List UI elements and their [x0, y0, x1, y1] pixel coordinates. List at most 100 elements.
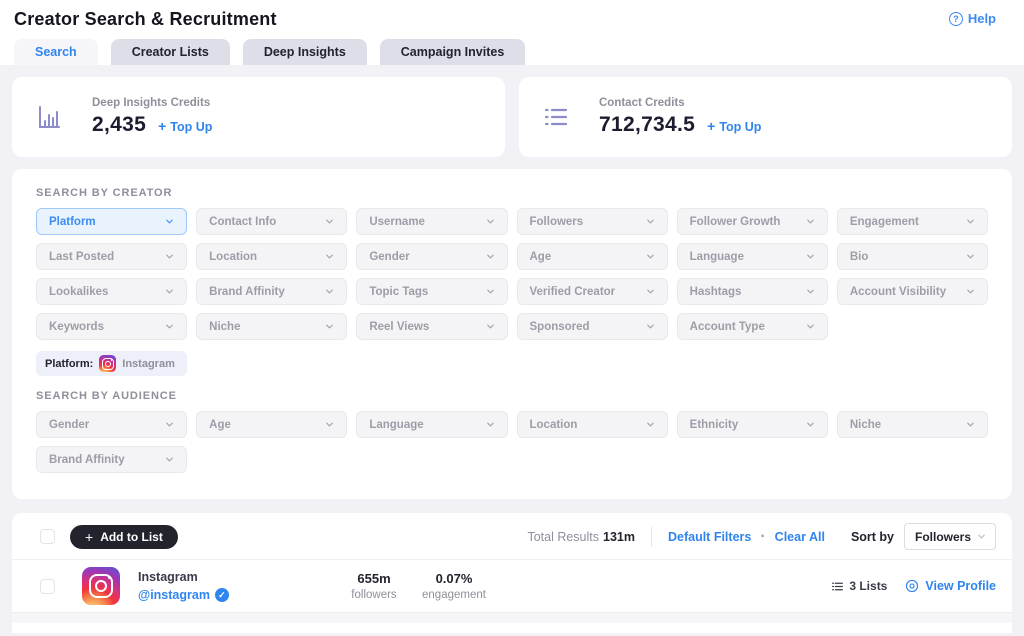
chevron-down-icon	[645, 419, 656, 430]
filter-dropdown-language[interactable]: Language	[677, 243, 828, 270]
filter-dropdown-follower-growth[interactable]: Follower Growth	[677, 208, 828, 235]
lists-label: 3 Lists	[849, 579, 887, 593]
creator-handle-link[interactable]: @instagram ✓	[138, 588, 334, 602]
filter-dropdown-niche[interactable]: Niche	[837, 411, 988, 438]
filter-label: Topic Tags	[369, 286, 428, 298]
filter-dropdown-sponsored[interactable]: Sponsored	[517, 313, 668, 340]
filter-dropdown-gender[interactable]: Gender	[36, 411, 187, 438]
filter-dropdown-last-posted[interactable]: Last Posted	[36, 243, 187, 270]
plus-icon: +	[158, 118, 166, 134]
filter-dropdown-reel-views[interactable]: Reel Views	[356, 313, 507, 340]
filter-label: Brand Affinity	[209, 286, 285, 298]
help-link[interactable]: ? Help	[949, 11, 996, 26]
view-profile-link[interactable]: View Profile	[905, 579, 996, 593]
filter-dropdown-username[interactable]: Username	[356, 208, 507, 235]
filter-dropdown-language[interactable]: Language	[356, 411, 507, 438]
chevron-down-icon	[965, 251, 976, 262]
filter-dropdown-topic-tags[interactable]: Topic Tags	[356, 278, 507, 305]
engagement-label: engagement	[414, 589, 494, 601]
filter-label: Engagement	[850, 216, 919, 228]
filter-dropdown-keywords[interactable]: Keywords	[36, 313, 187, 340]
result-row[interactable]: Instagram @instagram ✓ 655m followers 0.…	[12, 560, 1012, 612]
filter-label: Gender	[369, 251, 409, 263]
filter-label: Location	[530, 419, 578, 431]
chevron-down-icon	[645, 321, 656, 332]
filter-label: Contact Info	[209, 216, 276, 228]
filter-dropdown-engagement[interactable]: Engagement	[837, 208, 988, 235]
top-up-link[interactable]: + Top Up	[158, 118, 212, 134]
applied-filters-row: Platform: Instagram	[36, 351, 1000, 376]
filter-dropdown-platform[interactable]: Platform	[36, 208, 187, 235]
clear-all-link[interactable]: Clear All	[775, 530, 825, 544]
add-to-list-label: Add to List	[100, 530, 163, 544]
credit-label: Deep Insights Credits	[92, 97, 212, 109]
filter-dropdown-verified-creator[interactable]: Verified Creator	[517, 278, 668, 305]
chevron-down-icon	[164, 216, 175, 227]
instagram-icon	[99, 355, 116, 372]
credit-value: 712,734.5	[599, 113, 695, 137]
filter-dropdown-location[interactable]: Location	[196, 243, 347, 270]
total-results-label: Total Results	[527, 530, 599, 544]
chevron-down-icon	[324, 321, 335, 332]
creator-filter-grid: Platform Contact Info Username Followers Fol…	[24, 208, 1000, 340]
filter-dropdown-age[interactable]: Age	[517, 243, 668, 270]
filter-label: Username	[369, 216, 425, 228]
sort-select[interactable]: Followers	[904, 523, 996, 550]
filter-label: Age	[209, 419, 231, 431]
tab-campaign-invites[interactable]: Campaign Invites	[380, 39, 526, 65]
chevron-down-icon	[976, 531, 987, 542]
content-area: Deep Insights Credits 2,435 + Top Up	[0, 65, 1024, 636]
lists-link[interactable]: 3 Lists	[831, 579, 887, 593]
add-to-list-button[interactable]: + Add to List	[70, 525, 178, 549]
filter-dropdown-bio[interactable]: Bio	[837, 243, 988, 270]
filter-label: Follower Growth	[690, 216, 781, 228]
chevron-down-icon	[164, 251, 175, 262]
next-row-strip	[12, 613, 1012, 623]
select-all-checkbox[interactable]	[40, 529, 55, 544]
filter-dropdown-lookalikes[interactable]: Lookalikes	[36, 278, 187, 305]
filter-dropdown-gender[interactable]: Gender	[356, 243, 507, 270]
chevron-down-icon	[485, 321, 496, 332]
filter-dropdown-account-visibility[interactable]: Account Visibility	[837, 278, 988, 305]
default-filters-link[interactable]: Default Filters	[668, 530, 751, 544]
chevron-down-icon	[164, 286, 175, 297]
instagram-logo-icon	[82, 567, 120, 605]
filter-dropdown-account-type[interactable]: Account Type	[677, 313, 828, 340]
filter-dropdown-brand-affinity[interactable]: Brand Affinity	[196, 278, 347, 305]
chip-label: Platform:	[45, 358, 93, 370]
tab-search[interactable]: Search	[14, 39, 98, 65]
filter-label: Location	[209, 251, 257, 263]
filter-label: Age	[530, 251, 552, 263]
chevron-down-icon	[805, 251, 816, 262]
filter-dropdown-ethnicity[interactable]: Ethnicity	[677, 411, 828, 438]
row-checkbox[interactable]	[40, 579, 55, 594]
filter-dropdown-contact-info[interactable]: Contact Info	[196, 208, 347, 235]
chevron-down-icon	[965, 419, 976, 430]
filter-label: Hashtags	[690, 286, 742, 298]
search-by-audience-label: SEARCH BY AUDIENCE	[36, 390, 1000, 402]
filter-dropdown-hashtags[interactable]: Hashtags	[677, 278, 828, 305]
filter-label: Bio	[850, 251, 869, 263]
results-toolbar: + Add to List Total Results131m Default …	[12, 513, 1012, 559]
filter-label: Gender	[49, 419, 89, 431]
followers-stat: 655m followers	[334, 571, 414, 601]
search-by-creator-label: SEARCH BY CREATOR	[36, 187, 1000, 199]
help-label: Help	[968, 11, 996, 26]
filter-dropdown-location[interactable]: Location	[517, 411, 668, 438]
page-header: Creator Search & Recruitment ? Help Sear…	[0, 0, 1024, 65]
tab-deep-insights[interactable]: Deep Insights	[243, 39, 367, 65]
top-up-link[interactable]: + Top Up	[707, 118, 761, 134]
filter-dropdown-followers[interactable]: Followers	[517, 208, 668, 235]
search-filters-panel: SEARCH BY CREATOR Platform Contact Info Us…	[12, 169, 1012, 499]
engagement-value: 0.07%	[414, 571, 494, 586]
filter-dropdown-age[interactable]: Age	[196, 411, 347, 438]
list-icon	[831, 580, 844, 593]
filter-label: Ethnicity	[690, 419, 739, 431]
filter-label: Language	[369, 419, 423, 431]
filter-dropdown-brand-affinity[interactable]: Brand Affinity	[36, 446, 187, 473]
filter-dropdown-niche[interactable]: Niche	[196, 313, 347, 340]
chevron-down-icon	[324, 251, 335, 262]
tab-creator-lists[interactable]: Creator Lists	[111, 39, 230, 65]
platform-filter-chip[interactable]: Platform: Instagram	[36, 351, 187, 376]
creator-identity: Instagram @instagram ✓	[138, 570, 334, 602]
